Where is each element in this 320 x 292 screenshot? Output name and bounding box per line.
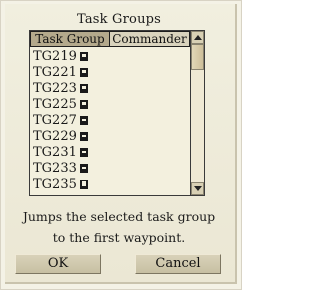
window-frame: Task Groups Task Group Commander TG219 T… <box>0 0 242 290</box>
task-group-name: TG225 <box>33 96 77 112</box>
rank-insignia-icon <box>79 131 88 141</box>
task-group-name: TG227 <box>33 112 77 128</box>
list-header: Task Group Commander <box>30 31 190 47</box>
description-line-1: Jumps the selected task group <box>22 209 216 224</box>
list-item[interactable]: TG221 <box>33 64 88 80</box>
list-item[interactable]: TG219 <box>33 48 88 64</box>
list-item[interactable]: TG231 <box>33 144 88 160</box>
list-rows: TG219 TG221 TG223 TG225 TG227 TG229 TG23… <box>33 48 88 192</box>
column-header-task-group[interactable]: Task Group <box>30 31 110 47</box>
scroll-down-button[interactable] <box>191 182 204 195</box>
rank-insignia-icon <box>79 115 88 125</box>
arrow-down-icon <box>194 186 202 191</box>
task-group-name: TG219 <box>33 48 77 64</box>
task-group-name: TG223 <box>33 80 77 96</box>
ok-button[interactable]: OK <box>15 254 101 274</box>
task-groups-dialog: Task Groups Task Group Commander TG219 T… <box>5 4 237 284</box>
rank-insignia-icon <box>79 99 88 109</box>
scrollbar-thumb[interactable] <box>191 44 204 70</box>
description-line-2: to the first waypoint. <box>52 230 186 245</box>
rank-insignia-icon <box>79 51 88 61</box>
scroll-up-button[interactable] <box>191 31 204 44</box>
task-group-name: TG235 <box>33 176 77 192</box>
list-item[interactable]: TG227 <box>33 112 88 128</box>
column-header-commander[interactable]: Commander <box>110 31 190 47</box>
rank-insignia-icon <box>79 83 88 93</box>
dialog-title: Task Groups <box>76 12 162 27</box>
list-item[interactable]: TG223 <box>33 80 88 96</box>
vertical-scrollbar[interactable] <box>190 31 204 195</box>
list-item[interactable]: TG229 <box>33 128 88 144</box>
task-group-name: TG231 <box>33 144 77 160</box>
task-group-name: TG229 <box>33 128 77 144</box>
task-group-list[interactable]: Task Group Commander TG219 TG221 TG223 T… <box>29 30 205 196</box>
rank-insignia-icon <box>79 179 88 189</box>
list-item[interactable]: TG233 <box>33 160 88 176</box>
task-group-name: TG221 <box>33 64 77 80</box>
list-item[interactable]: TG235 <box>33 176 88 192</box>
rank-insignia-icon <box>79 67 88 77</box>
task-group-name: TG233 <box>33 160 77 176</box>
rank-insignia-icon <box>79 163 88 173</box>
cancel-button[interactable]: Cancel <box>135 254 221 274</box>
arrow-up-icon <box>194 35 202 40</box>
rank-insignia-icon <box>79 147 88 157</box>
list-item[interactable]: TG225 <box>33 96 88 112</box>
